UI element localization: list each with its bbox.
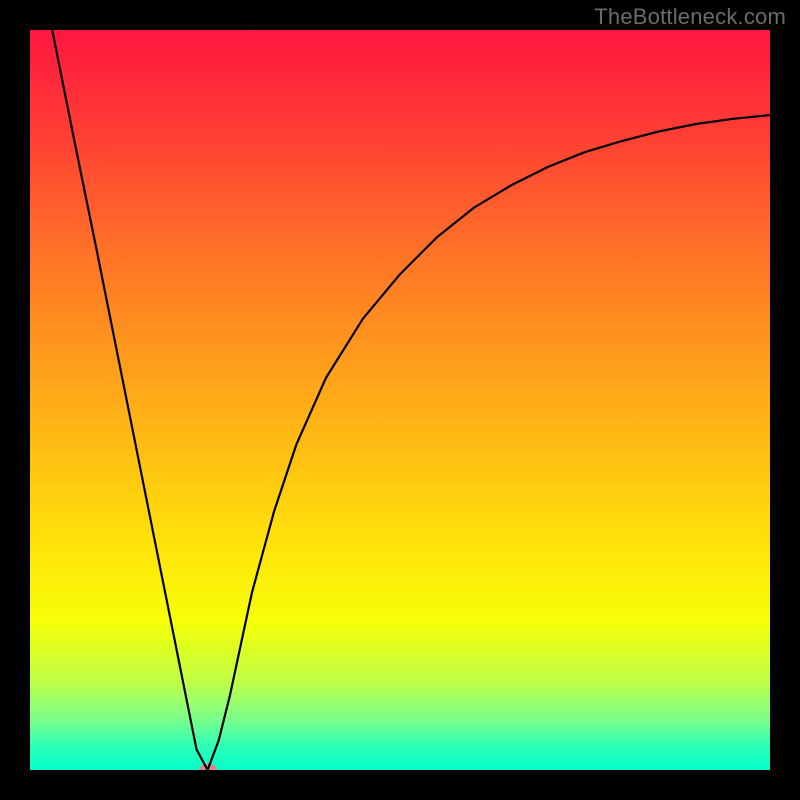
chart-frame: TheBottleneck.com — [0, 0, 800, 800]
curve-layer — [30, 30, 770, 770]
bottleneck-curve — [52, 30, 770, 770]
watermark-text: TheBottleneck.com — [594, 4, 786, 30]
plot-area — [30, 30, 770, 770]
